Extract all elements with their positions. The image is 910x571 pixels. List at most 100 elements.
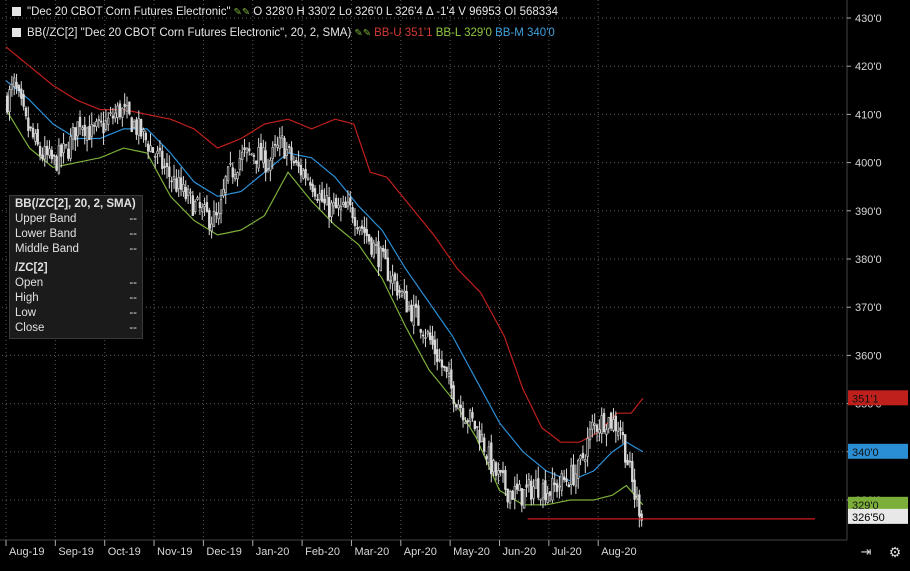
candle-body bbox=[624, 434, 627, 463]
candle-body bbox=[212, 210, 216, 227]
candle-body bbox=[102, 123, 105, 134]
candle-body bbox=[74, 127, 77, 141]
candle-body bbox=[118, 103, 122, 118]
candle-body bbox=[501, 470, 505, 474]
time-tick-label: Sep-19 bbox=[58, 546, 93, 558]
candle-body bbox=[111, 115, 115, 119]
candle-body bbox=[598, 429, 601, 434]
candle-body bbox=[588, 428, 592, 441]
candle-body bbox=[201, 206, 204, 212]
series-color-swatch[interactable] bbox=[12, 7, 21, 16]
candle-body bbox=[593, 423, 596, 426]
candle-body bbox=[182, 184, 185, 192]
candle-body bbox=[31, 127, 35, 138]
candle-body bbox=[471, 412, 474, 419]
candle-body bbox=[558, 485, 561, 488]
candle-body bbox=[520, 488, 524, 506]
candle-body bbox=[349, 197, 352, 206]
data-box: BB(/ZC[2], 20, 2, SMA) Upper Band -- Lowe… bbox=[9, 195, 143, 339]
candle-body bbox=[325, 195, 328, 206]
candle-body bbox=[403, 290, 406, 294]
legend-title-2: /ZC[2] bbox=[15, 262, 48, 274]
candle-body bbox=[306, 177, 310, 180]
candle-body bbox=[393, 273, 397, 281]
study-header: BB(/ZC[2] "Dec 20 CBOT Corn Futures Elec… bbox=[12, 27, 555, 39]
time-axis[interactable]: Aug-19 Sep-19 Oct-19 Nov-19 Dec-19 Jan-20 Feb-… bbox=[0, 539, 847, 571]
candle-body bbox=[358, 226, 361, 232]
candle-body bbox=[363, 227, 366, 233]
candle-body bbox=[83, 124, 86, 137]
price-tick-label: 380'0 bbox=[855, 254, 882, 266]
candle-body bbox=[125, 105, 129, 112]
candle-body bbox=[351, 207, 354, 219]
candle-body bbox=[483, 437, 486, 452]
candle-body bbox=[41, 154, 44, 159]
candle-body bbox=[344, 201, 347, 208]
candle-body bbox=[158, 147, 162, 151]
time-tick-label: Feb-20 bbox=[305, 546, 340, 558]
candle-body bbox=[60, 144, 63, 157]
candle-body bbox=[419, 329, 422, 333]
candle-body bbox=[238, 158, 241, 170]
candle-body bbox=[170, 180, 173, 183]
candle-body bbox=[497, 470, 500, 475]
candle-body bbox=[511, 490, 514, 500]
candle-body bbox=[327, 197, 331, 218]
candle-body bbox=[584, 459, 587, 463]
candle-body bbox=[407, 305, 411, 310]
time-tick-label: Dec-19 bbox=[206, 546, 241, 558]
candle-body bbox=[560, 472, 563, 491]
candle-body bbox=[241, 151, 244, 160]
candle-body bbox=[487, 446, 491, 463]
candle-body bbox=[424, 337, 427, 339]
candle-body bbox=[377, 241, 380, 267]
symbol-header: "Dec 20 CBOT Corn Futures Electronic" ✎✎ O… bbox=[12, 6, 558, 18]
candle-body bbox=[316, 198, 319, 201]
study-color-swatch[interactable] bbox=[12, 28, 21, 37]
edit-icon[interactable]: ✎✎ bbox=[354, 28, 371, 39]
candle-body bbox=[90, 124, 93, 137]
candle-body bbox=[405, 290, 408, 313]
candle-body bbox=[229, 162, 232, 165]
candle-body bbox=[69, 136, 72, 159]
candle-body bbox=[436, 349, 439, 362]
price-axis[interactable]: 430'0 420'0 410'0 400'0 390'0 380'0 370'0 360'0… bbox=[846, 0, 910, 571]
candle-body bbox=[541, 483, 545, 499]
candle-body bbox=[581, 452, 585, 459]
candle-body bbox=[6, 95, 9, 113]
candle-body bbox=[142, 129, 145, 132]
candle-body bbox=[137, 118, 140, 136]
candle-body bbox=[135, 119, 138, 135]
time-tick-label: Mar-20 bbox=[354, 546, 389, 558]
candle-body bbox=[184, 187, 187, 200]
edit-icon[interactable]: ✎✎ bbox=[234, 7, 251, 18]
candle-body bbox=[168, 166, 171, 178]
candle-body bbox=[396, 281, 399, 296]
candle-body bbox=[518, 484, 521, 492]
candle-body bbox=[360, 225, 364, 229]
candle-body bbox=[414, 303, 418, 308]
candle-body bbox=[346, 201, 350, 207]
candle-body bbox=[161, 150, 164, 169]
candle-body bbox=[546, 493, 549, 504]
candle-body bbox=[464, 421, 467, 425]
candle-body bbox=[445, 366, 448, 372]
candle-body bbox=[461, 407, 465, 421]
candle-body bbox=[175, 178, 178, 192]
candle-body bbox=[553, 482, 556, 485]
candle-body bbox=[311, 183, 314, 193]
candle-body bbox=[468, 410, 472, 422]
expand-right-icon[interactable]: ⇥ bbox=[853, 543, 879, 561]
candle-body bbox=[13, 77, 16, 87]
candle-body bbox=[591, 421, 594, 430]
candle-body bbox=[595, 424, 599, 432]
candle-body bbox=[257, 146, 260, 169]
candle-body bbox=[426, 331, 430, 335]
settings-icon[interactable]: ⚙ bbox=[882, 543, 908, 561]
candle-body bbox=[236, 172, 239, 180]
candle-body bbox=[205, 202, 209, 212]
candle-body bbox=[412, 305, 415, 326]
candle-body bbox=[574, 473, 578, 487]
candle-body bbox=[147, 143, 150, 152]
bb-upper-value: BB-U 351'1 bbox=[374, 27, 433, 39]
